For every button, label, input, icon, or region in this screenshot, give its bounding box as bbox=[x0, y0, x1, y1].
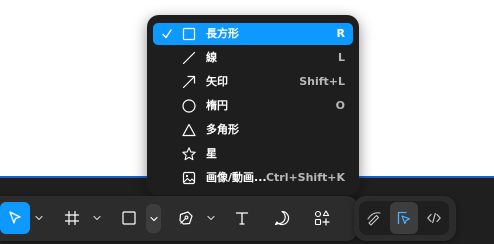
text-icon bbox=[234, 210, 250, 226]
menu-item-ellipse[interactable]: 楕円 O bbox=[153, 95, 353, 117]
actions-icon bbox=[313, 209, 331, 227]
menu-item-line[interactable]: 線 L bbox=[153, 47, 353, 69]
pen-tool-button[interactable] bbox=[170, 202, 202, 234]
menu-item-shortcut: Shift+L bbox=[299, 75, 345, 88]
shape-tool-button[interactable] bbox=[113, 202, 145, 234]
star-icon bbox=[181, 146, 197, 162]
chevron-down-icon bbox=[207, 215, 215, 221]
menu-item-label: 多角形 bbox=[206, 123, 239, 136]
pen-icon bbox=[177, 209, 195, 227]
frame-tool-caret[interactable] bbox=[90, 208, 104, 228]
menu-item-label: 星 bbox=[206, 147, 217, 160]
checkmark-icon bbox=[162, 27, 172, 41]
menu-item-star[interactable]: 星 bbox=[153, 143, 353, 165]
menu-item-label: 楕円 bbox=[206, 99, 228, 112]
actions-tool-button[interactable] bbox=[306, 202, 338, 234]
draw-mode-button[interactable] bbox=[360, 202, 388, 234]
menu-item-label: 画像/動画... bbox=[206, 171, 267, 184]
menu-item-shortcut: Ctrl+Shift+K bbox=[265, 171, 345, 184]
menu-item-image-video[interactable]: 画像/動画... Ctrl+Shift+K bbox=[153, 167, 353, 189]
cursor-icon bbox=[7, 210, 23, 226]
rectangle-icon bbox=[121, 210, 137, 226]
frame-icon bbox=[64, 210, 80, 226]
ellipse-icon bbox=[181, 98, 197, 114]
pen-tool-caret[interactable] bbox=[204, 208, 218, 228]
frame-tool-button[interactable] bbox=[56, 202, 88, 234]
text-tool-button[interactable] bbox=[226, 202, 258, 234]
menu-item-shortcut: R bbox=[336, 27, 345, 40]
comment-tool-button[interactable] bbox=[266, 202, 298, 234]
arrow-icon bbox=[181, 74, 197, 90]
move-tool-button[interactable] bbox=[0, 202, 30, 234]
bottom-toolbar bbox=[0, 196, 358, 241]
design-mode-button[interactable] bbox=[390, 202, 418, 234]
menu-item-polygon[interactable]: 多角形 bbox=[153, 119, 353, 141]
menu-item-label: 長方形 bbox=[206, 27, 239, 40]
pencil-icon bbox=[366, 210, 382, 226]
move-tool-caret[interactable] bbox=[32, 208, 46, 228]
design-icon bbox=[396, 210, 412, 226]
menu-item-rectangle[interactable]: 長方形 R bbox=[153, 23, 353, 45]
chevron-down-icon bbox=[93, 215, 101, 221]
menu-item-shortcut: O bbox=[335, 99, 345, 112]
menu-item-label: 矢印 bbox=[206, 75, 228, 88]
menu-item-label: 線 bbox=[206, 51, 217, 64]
mode-switcher bbox=[359, 201, 449, 235]
chevron-down-icon bbox=[149, 216, 158, 222]
shape-tool-caret[interactable] bbox=[146, 204, 161, 233]
chevron-down-icon bbox=[35, 215, 43, 221]
code-icon bbox=[426, 210, 442, 226]
polygon-icon bbox=[181, 122, 197, 138]
line-icon bbox=[181, 50, 197, 66]
menu-item-shortcut: L bbox=[337, 51, 345, 64]
shape-tools-menu: 長方形 R 線 L 矢印 Shift+L 楕円 O 多角形 星 画像/動画...… bbox=[147, 15, 359, 195]
menu-item-arrow[interactable]: 矢印 Shift+L bbox=[153, 71, 353, 93]
rectangle-icon bbox=[181, 26, 197, 42]
dev-mode-button[interactable] bbox=[420, 202, 448, 234]
image-icon bbox=[181, 170, 197, 186]
comment-icon bbox=[273, 209, 291, 227]
